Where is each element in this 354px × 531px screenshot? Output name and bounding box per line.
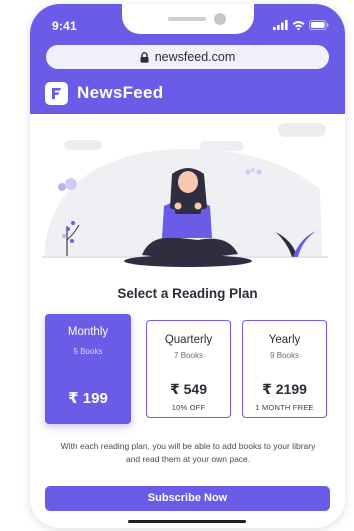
cloud-shape: [64, 140, 102, 150]
brand[interactable]: NewsFeed: [45, 81, 164, 105]
section-title: Select a Reading Plan: [117, 286, 258, 301]
plan-books: 9 Books: [270, 351, 299, 360]
status-time: 9:41: [52, 19, 77, 33]
phone-frame: 9:41 newsfeed.com NewsFeed Select a Read…: [30, 4, 345, 528]
plan-price: ₹ 549: [170, 381, 207, 397]
battery-icon: [309, 20, 329, 30]
status-icons: [273, 20, 329, 30]
app-name: NewsFeed: [77, 83, 164, 102]
app-header: 9:41 newsfeed.com NewsFeed: [30, 4, 345, 114]
speaker-grille: [168, 17, 206, 21]
front-camera: [214, 13, 226, 25]
subscribe-button[interactable]: Subscribe Now: [45, 486, 330, 511]
url-text: newsfeed.com: [154, 50, 236, 64]
plan-price: ₹ 2199: [262, 381, 307, 397]
plan-card-quarterly[interactable]: Quarterly 7 Books ₹ 549 10% OFF: [146, 320, 231, 418]
plan-card-yearly[interactable]: Yearly 9 Books ₹ 2199 1 MONTH FREE: [242, 320, 327, 418]
phone-notch: [122, 4, 254, 34]
wifi-icon: [292, 21, 305, 30]
lock-icon: [140, 51, 149, 63]
plan-bonus-note: 1 MONTH FREE: [255, 403, 314, 412]
plan-discount-note: 10% OFF: [171, 403, 206, 412]
plan-books: 7 Books: [174, 351, 203, 360]
plan-name: Monthly: [67, 326, 109, 338]
home-indicator[interactable]: [128, 520, 246, 523]
newsfeed-logo-icon: [45, 81, 68, 105]
plan-card-monthly[interactable]: Monthly 5 Books ₹ 199: [45, 314, 131, 424]
plan-price: ₹ 199: [68, 390, 108, 407]
cloud-shape: [278, 123, 326, 137]
reading-illustration: [42, 123, 328, 267]
plan-description: With each reading plan, you will be able…: [60, 441, 316, 464]
plan-books: 5 Books: [73, 347, 103, 356]
address-bar[interactable]: newsfeed.com: [46, 45, 329, 69]
cellular-signal-icon: [273, 20, 288, 30]
plan-name: Yearly: [268, 334, 301, 346]
plan-name: Quarterly: [164, 334, 213, 346]
